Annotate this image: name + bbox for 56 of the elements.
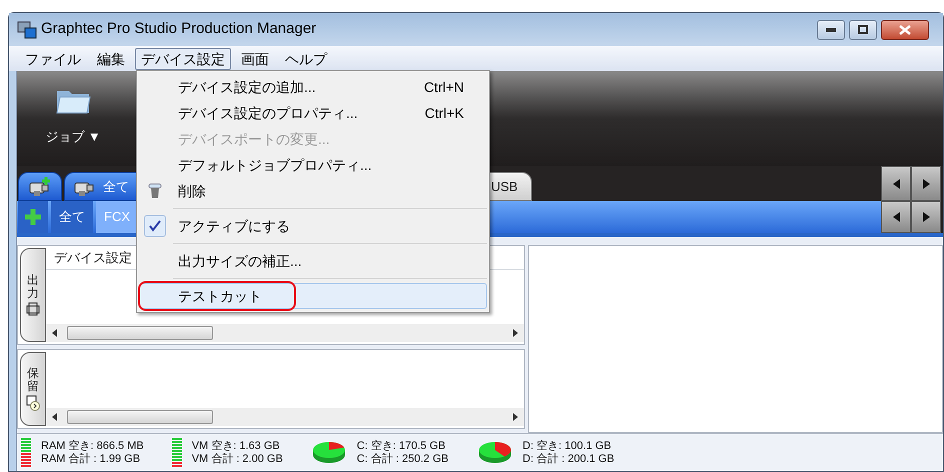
memory-meter-icon — [172, 438, 182, 467]
scroll-right-icon[interactable] — [513, 329, 518, 337]
output-tab[interactable]: 出力 — [20, 248, 46, 342]
free-space-label: VM 空き: 1.63 GB — [192, 440, 281, 452]
close-button[interactable] — [881, 20, 929, 40]
column-header[interactable]: デバイス設定 — [54, 248, 132, 268]
free-space-label: RAM 空き: 866.5 MB — [41, 440, 144, 452]
maximize-button[interactable] — [849, 20, 877, 40]
total-space-label: VM 合計 : 2.00 GB — [192, 452, 283, 466]
scroll-left-icon[interactable] — [52, 413, 57, 421]
disk-pie-icon — [310, 440, 347, 464]
scroll-left-button[interactable] — [881, 201, 911, 233]
minimize-icon — [826, 28, 836, 32]
total-space-label: C: 合計 : 250.2 GB — [356, 452, 448, 466]
menu-item[interactable]: テストカット — [139, 283, 487, 309]
right-arrow-icon — [922, 212, 930, 222]
menu-item[interactable]: デバイス設定 — [135, 48, 231, 70]
menu-item[interactable]: 編集 — [91, 48, 131, 70]
filter-tab[interactable]: 全て — [51, 201, 93, 233]
menu-item[interactable]: ファイル — [19, 48, 87, 70]
add-device-tab[interactable] — [18, 172, 62, 201]
close-icon — [899, 24, 911, 34]
plus-icon — [24, 208, 42, 226]
scroll-right-button[interactable] — [911, 166, 941, 201]
job-button[interactable]: ジョブ ▼ — [41, 85, 105, 155]
horizontal-scrollbar[interactable] — [46, 324, 524, 342]
left-arrow-icon — [892, 212, 900, 222]
menu-item[interactable]: デバイス設定の追加... Ctrl+N — [139, 74, 487, 100]
total-space-label: D: 合計 : 200.1 GB — [522, 452, 614, 466]
scroll-left-icon[interactable] — [52, 329, 57, 337]
scroll-left-button[interactable] — [881, 166, 911, 201]
tab-label: 保留 — [27, 366, 39, 394]
maximize-icon — [858, 25, 868, 34]
add-device-icon — [28, 176, 52, 196]
hold-tab[interactable]: 保留 — [20, 352, 46, 426]
free-space-label: C: 空き: 170.5 GB — [356, 440, 446, 452]
tab-label: 出力 — [27, 274, 39, 300]
scroll-right-button[interactable] — [911, 201, 941, 233]
scroll-right-icon[interactable] — [513, 413, 518, 421]
menu-item[interactable]: アクティブにする — [139, 213, 487, 239]
menu-item[interactable]: デバイス設定のプロパティ... Ctrl+K — [139, 100, 487, 126]
memory-meter-icon — [21, 438, 31, 467]
app-icon — [17, 20, 37, 38]
total-space-label: RAM 合計 : 1.99 GB — [41, 452, 142, 466]
menu-item[interactable]: 出力サイズの補正... — [139, 248, 487, 274]
right-arrow-icon — [922, 178, 930, 188]
minimize-button[interactable] — [817, 20, 845, 40]
left-arrow-icon — [892, 178, 900, 188]
menu-item[interactable]: ヘルプ — [279, 48, 333, 70]
disk-pie-icon — [476, 440, 512, 464]
hold-icon — [26, 395, 40, 412]
delete-icon — [148, 183, 162, 199]
horizontal-scrollbar[interactable] — [46, 408, 524, 426]
window-title: Graphtec Pro Studio Production Manager — [41, 19, 316, 40]
menu-item[interactable]: 画面 — [235, 48, 275, 70]
free-space-label: D: 空き: 100.1 GB — [522, 440, 612, 452]
